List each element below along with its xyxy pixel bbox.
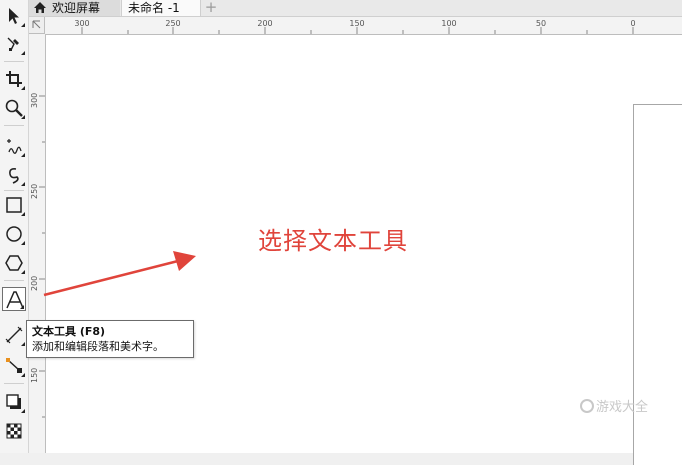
freehand-tool[interactable] <box>2 134 26 158</box>
shape-tool[interactable] <box>2 32 26 56</box>
watermark-logo-icon <box>580 399 594 413</box>
flyout-indicator <box>21 342 25 346</box>
ellipse-tool[interactable] <box>2 222 26 246</box>
crop-tool[interactable] <box>2 67 26 91</box>
ruler-tick-label: 150 <box>30 367 39 383</box>
flyout-indicator <box>21 241 25 245</box>
ruler-tick-label: 300 <box>74 19 90 28</box>
tooltip-description: 添加和编辑段落和美术字。 <box>32 340 164 353</box>
toolbox-separator <box>4 190 24 191</box>
flyout-indicator <box>21 115 25 119</box>
toolbox <box>0 0 29 453</box>
drop-shadow-tool[interactable] <box>2 390 26 414</box>
ruler-origin-corner[interactable] <box>29 17 45 34</box>
toolbox-separator <box>4 280 24 281</box>
ruler-tick-label: 150 <box>349 19 365 28</box>
text-tool[interactable] <box>2 287 26 311</box>
ruler-tick-label: 0 <box>630 19 636 28</box>
flyout-indicator <box>21 51 25 55</box>
flyout-indicator <box>21 23 25 27</box>
tab-untitled-document[interactable]: 未命名 -1 <box>121 0 201 16</box>
transparency-tool[interactable] <box>2 419 26 443</box>
artistic-media-tool[interactable] <box>2 163 26 187</box>
polygon-tool[interactable] <box>2 251 26 275</box>
tab-welcome-screen[interactable]: 欢迎屏幕 <box>28 0 120 16</box>
parallel-dimension-tool[interactable] <box>2 323 26 347</box>
pick-tool[interactable] <box>2 4 26 28</box>
flyout-indicator <box>21 409 25 413</box>
vertical-ruler[interactable]: 300 250 200 150 <box>29 34 46 453</box>
horizontal-ruler[interactable]: 300 250 200 150 100 50 0 <box>29 17 682 35</box>
home-icon <box>33 1 47 18</box>
ruler-tick-label: 100 <box>441 19 457 28</box>
ruler-tick-label: 200 <box>30 275 39 291</box>
flyout-indicator <box>21 212 25 216</box>
ruler-tick-label: 50 <box>535 19 547 28</box>
plus-icon: + <box>204 0 218 16</box>
annotation-arrow <box>43 251 196 297</box>
toolbox-separator <box>4 125 24 126</box>
new-tab-button[interactable]: + <box>203 0 219 16</box>
ruler-tick-label: 250 <box>165 19 181 28</box>
ruler-origin-icon <box>32 20 41 29</box>
zoom-tool[interactable] <box>2 96 26 120</box>
flyout-indicator <box>21 270 25 274</box>
flyout-indicator <box>20 305 24 309</box>
ruler-tick-label: 200 <box>257 19 273 28</box>
tab-document-label: 未命名 -1 <box>128 1 180 15</box>
flyout-indicator <box>21 373 25 377</box>
tab-welcome-label: 欢迎屏幕 <box>52 1 101 15</box>
tooltip-title: 文本工具 (F8) <box>32 325 106 338</box>
watermark-text: 游戏大全 <box>596 400 649 415</box>
ruler-tick-label: 300 <box>30 92 39 108</box>
rectangle-tool[interactable] <box>2 193 26 217</box>
document-tab-bar: 欢迎屏幕 未命名 -1 + <box>0 0 682 17</box>
watermark: 游戏大全 <box>580 396 648 415</box>
flyout-indicator <box>21 86 25 90</box>
flyout-indicator <box>21 182 25 186</box>
ruler-tick-label: 250 <box>30 183 39 199</box>
connector-tool[interactable] <box>2 354 26 378</box>
toolbox-separator <box>4 61 24 62</box>
toolbox-separator <box>4 383 24 384</box>
flyout-indicator <box>21 153 25 157</box>
text-tool-tooltip: 文本工具 (F8) 添加和编辑段落和美术字。 <box>26 320 194 358</box>
annotation-text: 选择文本工具 <box>258 227 408 255</box>
